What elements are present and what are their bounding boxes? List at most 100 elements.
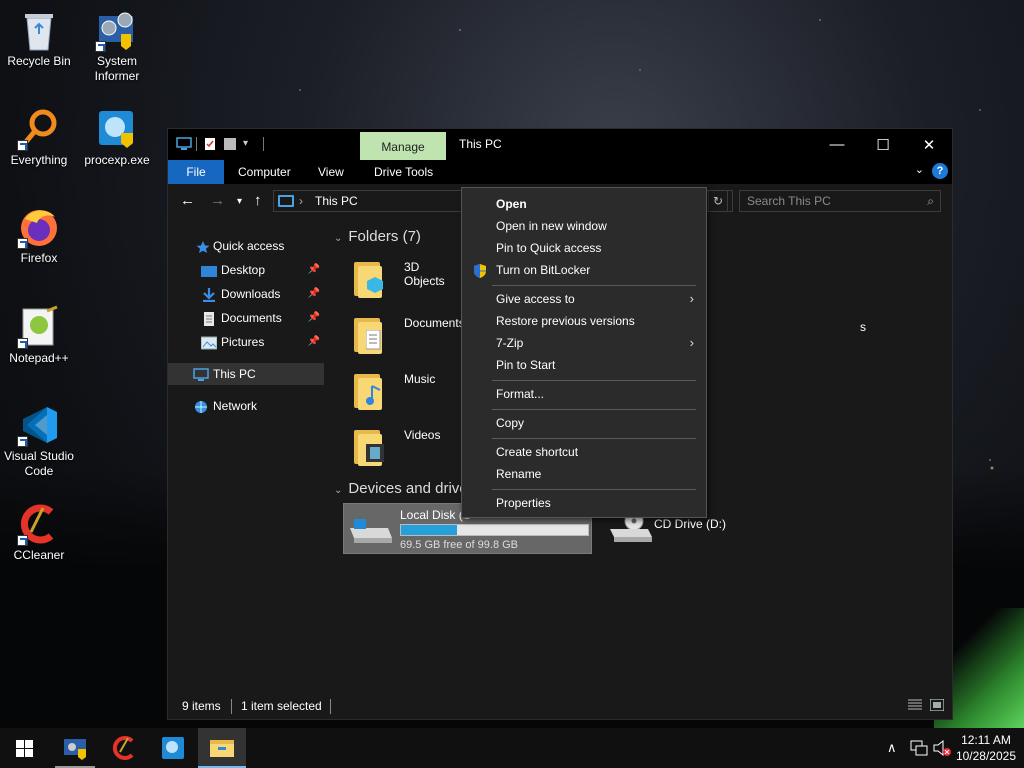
desktop-icon-firefox[interactable]: Firefox	[1, 205, 77, 266]
breadcrumb-chevron-icon[interactable]: ›	[299, 194, 303, 208]
shortcut-arrow-icon	[17, 338, 28, 349]
desktop-icon-ccleaner[interactable]: CCleaner	[1, 502, 77, 563]
context-menu: Open Open in new window Pin to Quick acc…	[461, 187, 707, 518]
qat-separator	[263, 137, 264, 151]
menu-item-turn-on-bitlocker[interactable]: Turn on BitLocker	[462, 259, 706, 281]
breadcrumb-this-pc[interactable]: This PC	[315, 194, 358, 208]
customize-qat-icon[interactable]: ▾	[243, 137, 257, 151]
menu-item-give-access[interactable]: Give access to ›	[462, 288, 706, 310]
show-hidden-icons-chevron-icon[interactable]: ∧	[887, 728, 897, 768]
windows-logo-icon	[15, 739, 33, 757]
expand-ribbon-icon[interactable]: ⌄	[915, 163, 924, 176]
maximize-button[interactable]: ☐	[860, 129, 906, 160]
desktop-icon-vscode[interactable]: Visual Studio Code	[1, 403, 77, 479]
clock-date: 10/28/2025	[955, 749, 1016, 763]
help-icon[interactable]: ?	[932, 163, 948, 179]
status-separator	[231, 699, 232, 714]
folder-name: Documents	[404, 316, 465, 330]
menu-item-pin-start[interactable]: Pin to Start	[462, 354, 706, 376]
collapse-chevron-icon[interactable]: ⌄	[334, 485, 342, 496]
menu-item-format[interactable]: Format...	[462, 383, 706, 405]
properties-icon[interactable]	[203, 137, 217, 151]
tab-view[interactable]: View	[309, 160, 353, 184]
desktop-icon-recycle-bin[interactable]: Recycle Bin	[1, 8, 77, 69]
desktop-icon-procexp[interactable]: procexp.exe	[79, 107, 155, 168]
start-button[interactable]	[0, 728, 48, 768]
desktop-icon-label: Visual Studio Code	[4, 449, 74, 478]
nav-pictures[interactable]: Pictures 📌	[168, 331, 324, 353]
firefox-icon	[17, 205, 61, 249]
menu-item-copy[interactable]: Copy	[462, 412, 706, 434]
nav-desktop[interactable]: Desktop 📌	[168, 259, 324, 281]
videos-folder-icon	[354, 426, 384, 466]
tab-file[interactable]: File	[168, 160, 224, 184]
tab-drive-tools[interactable]: Drive Tools	[365, 160, 442, 184]
shortcut-arrow-icon	[17, 238, 28, 249]
tab-computer[interactable]: Computer	[229, 160, 300, 184]
folders-group-header[interactable]: ⌄ Folders (7)	[334, 228, 421, 245]
search-box[interactable]: ⌕	[739, 190, 941, 212]
close-button[interactable]: ✕	[906, 129, 952, 160]
star-icon	[196, 239, 212, 253]
taskbar-ccleaner[interactable]	[100, 728, 148, 768]
tab-manage[interactable]: Manage	[360, 132, 446, 160]
drive-usage-bar	[400, 524, 589, 536]
forward-arrow-icon[interactable]: →	[210, 192, 225, 209]
refresh-icon[interactable]: ↻	[708, 190, 728, 212]
volume-muted-icon[interactable]	[933, 728, 951, 768]
details-view-icon[interactable]	[908, 699, 922, 711]
taskbar-procexp[interactable]	[149, 728, 197, 768]
menu-item-create-shortcut[interactable]: Create shortcut	[462, 441, 706, 463]
desktop-icon-label: procexp.exe	[84, 153, 150, 167]
nav-network[interactable]: Network	[168, 395, 324, 417]
desktop-icon-notepadpp[interactable]: Notepad++	[1, 305, 77, 366]
search-icon: ⌕	[927, 194, 934, 208]
new-folder-icon[interactable]	[223, 137, 237, 151]
taskbar-clock[interactable]: 12:11 AM 10/28/2025	[956, 732, 1016, 764]
menu-item-pin-quick-access[interactable]: Pin to Quick access	[462, 237, 706, 259]
nav-documents[interactable]: Documents 📌	[168, 307, 324, 329]
nav-this-pc[interactable]: This PC	[168, 363, 324, 385]
folder-3d-objects[interactable]: 3D Objects	[332, 258, 462, 308]
shortcut-arrow-icon	[17, 140, 28, 151]
folder-documents[interactable]: Documents	[332, 314, 465, 364]
menu-item-rename[interactable]: Rename	[462, 463, 706, 485]
menu-item-open-new-window[interactable]: Open in new window	[462, 215, 706, 237]
ccleaner-icon	[17, 502, 61, 546]
taskbar-file-explorer[interactable]	[198, 728, 246, 768]
menu-item-open[interactable]: Open	[462, 193, 706, 215]
up-arrow-icon[interactable]: ↑	[254, 192, 262, 209]
collapse-chevron-icon[interactable]: ⌄	[334, 233, 342, 244]
menu-item-restore-versions[interactable]: Restore previous versions	[462, 310, 706, 332]
this-pc-icon	[176, 137, 192, 151]
selection-count: 1 item selected	[241, 699, 322, 713]
nav-downloads[interactable]: Downloads 📌	[168, 283, 324, 305]
menu-item-7zip[interactable]: 7-Zip ›	[462, 332, 706, 354]
recent-locations-chevron-icon[interactable]: ▾	[237, 196, 242, 207]
drive-free-space: 69.5 GB free of 99.8 GB	[400, 539, 519, 551]
shortcut-arrow-icon	[17, 436, 28, 447]
music-folder-icon	[354, 370, 384, 410]
search-input[interactable]	[740, 191, 910, 211]
folder-videos[interactable]: Videos	[332, 426, 462, 476]
quick-access-toolbar: ▾	[176, 137, 264, 151]
nav-label: Quick access	[213, 239, 285, 253]
status-separator	[330, 699, 331, 714]
ribbon-tabs: File Computer View Drive Tools ⌄ ?	[168, 160, 952, 184]
menu-item-properties[interactable]: Properties	[462, 492, 706, 514]
taskbar-system-informer[interactable]	[51, 728, 99, 768]
desktop-icon-label: Notepad++	[9, 351, 69, 365]
desktop-icon-label: System Informer	[94, 54, 140, 83]
minimize-button[interactable]: —	[814, 129, 860, 160]
desktop-icon-everything[interactable]: Everything	[1, 107, 77, 168]
nav-quick-access[interactable]: Quick access	[168, 235, 324, 257]
pin-icon: 📌	[307, 336, 320, 347]
nav-label: Downloads	[221, 287, 281, 301]
folder-music[interactable]: Music	[332, 370, 462, 420]
network-tray-icon[interactable]	[910, 728, 928, 768]
qat-separator	[196, 137, 197, 151]
desktop-icon-system-informer[interactable]: System Informer	[79, 8, 155, 84]
large-icons-view-icon[interactable]	[929, 698, 945, 712]
back-arrow-icon[interactable]: ←	[180, 192, 195, 209]
devices-group-header[interactable]: ⌄ Devices and drive	[334, 480, 468, 497]
